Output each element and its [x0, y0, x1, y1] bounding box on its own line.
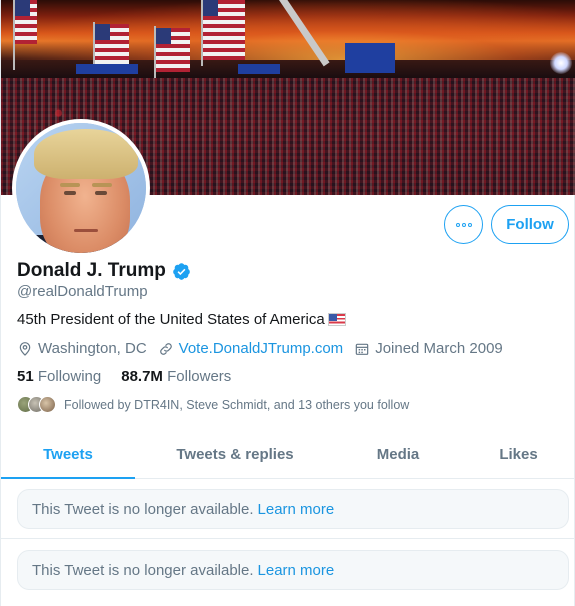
tab-tweets-replies[interactable]: Tweets & replies	[135, 430, 335, 478]
follow-button[interactable]: Follow	[491, 205, 569, 244]
unavailable-tweet-notice: This Tweet is no longer available. Learn…	[17, 489, 569, 529]
joined-text: Joined March 2009	[375, 340, 503, 357]
followers-you-know-avatars	[17, 396, 56, 413]
profile-avatar[interactable]	[12, 119, 150, 257]
timeline-item: This Tweet is no longer available. Learn…	[1, 479, 575, 539]
tab-likes[interactable]: Likes	[461, 430, 575, 478]
profile-handle: @realDonaldTrump	[17, 283, 148, 300]
followed-by-row[interactable]: Followed by DTR4IN, Steve Schmidt, and 1…	[17, 396, 409, 413]
profile-meta: Washington, DC Vote.DonaldJTrump.com Joi…	[17, 340, 514, 357]
location-item: Washington, DC	[17, 340, 147, 357]
following-stat[interactable]: 51 Following	[17, 368, 101, 385]
website-item: Vote.DonaldJTrump.com	[158, 340, 344, 357]
followers-label: Followers	[167, 368, 232, 385]
tab-tweets[interactable]: Tweets	[1, 430, 135, 479]
location-pin-icon	[19, 341, 31, 356]
profile-name: Donald J. Trump	[17, 260, 166, 281]
following-label: Following	[37, 368, 102, 385]
unavailable-tweet-notice: This Tweet is no longer available. Learn…	[17, 550, 569, 590]
followers-stat[interactable]: 88.7M Followers	[121, 368, 231, 385]
joined-item: Joined March 2009	[354, 340, 503, 357]
verified-badge-icon	[173, 262, 190, 280]
profile-tabs: Tweets Tweets & replies Media Likes	[1, 430, 575, 479]
link-icon	[159, 342, 172, 355]
location-text: Washington, DC	[38, 340, 147, 357]
unavailable-message: This Tweet is no longer available.	[32, 561, 254, 579]
tab-media[interactable]: Media	[335, 430, 461, 478]
unavailable-message: This Tweet is no longer available.	[32, 500, 254, 518]
timeline-item: This Tweet is no longer available. Learn…	[1, 539, 575, 606]
following-count: 51	[17, 368, 34, 385]
website-link[interactable]: Vote.DonaldJTrump.com	[179, 340, 344, 357]
profile-stats: 51 Following 88.7M Followers	[17, 368, 251, 385]
profile-name-row: Donald J. Trump	[17, 260, 191, 282]
more-options-button[interactable]	[444, 205, 483, 244]
calendar-icon	[355, 343, 369, 355]
learn-more-link[interactable]: Learn more	[258, 562, 335, 579]
profile-page: Follow Donald J. Trump @realDonaldTrump …	[0, 0, 575, 606]
followed-by-text: Followed by DTR4IN, Steve Schmidt, and 1…	[64, 397, 410, 412]
profile-bio: 45th President of the United States of A…	[17, 311, 346, 328]
learn-more-link[interactable]: Learn more	[258, 501, 335, 518]
followers-count: 88.7M	[121, 368, 163, 385]
more-icon	[455, 222, 472, 227]
us-flag-icon	[327, 313, 346, 326]
bio-text: 45th President of the United States of A…	[17, 311, 325, 328]
